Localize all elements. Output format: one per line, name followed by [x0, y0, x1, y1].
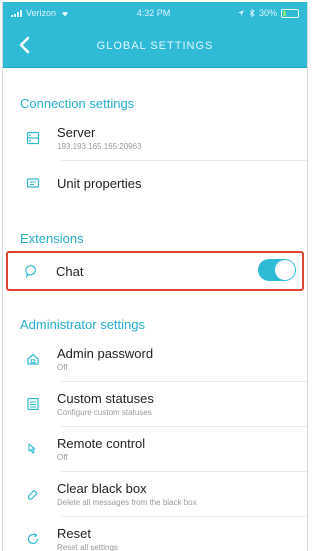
- section-header-connection: Connection settings: [20, 96, 135, 111]
- clear-black-box-title: Clear black box: [57, 481, 147, 496]
- admin-password-title: Admin password: [57, 346, 154, 361]
- lock-icon: [25, 351, 41, 367]
- chat-row[interactable]: Chat: [6, 251, 304, 291]
- section-header-administrator: Administrator settings: [20, 317, 145, 332]
- server-address: 193.193.165.165:20963: [57, 142, 142, 151]
- location-icon: [237, 10, 244, 16]
- server-title: Server: [57, 125, 96, 140]
- section-header-extensions: Extensions: [20, 231, 84, 246]
- unit-properties-title: Unit properties: [57, 175, 142, 191]
- reset-icon: [25, 531, 41, 547]
- carrier-label: Verizon: [26, 8, 57, 18]
- phone-screen: Verizon 4:32 PM 30% GLOBAL SETTINGS Conn…: [2, 2, 308, 551]
- unit-properties-icon: [25, 175, 41, 191]
- settings-list: Connection settings Server 193.193.165.1…: [3, 68, 307, 551]
- reset-subtitle: Reset all settings: [57, 543, 118, 551]
- list-icon: [25, 396, 41, 412]
- status-right: 30%: [237, 8, 299, 18]
- toggle-knob: [275, 260, 295, 280]
- reset-title: Reset: [57, 526, 91, 541]
- chat-toggle[interactable]: [258, 259, 296, 281]
- remote-control-value: Off: [57, 453, 68, 462]
- navigation-bar: GLOBAL SETTINGS: [3, 24, 307, 68]
- signal-icon: [11, 9, 22, 17]
- custom-statuses-title: Custom statuses: [57, 391, 154, 406]
- admin-password-value: Off: [57, 363, 68, 372]
- remote-control-row[interactable]: Remote control Off: [3, 427, 307, 471]
- remote-control-icon: [25, 441, 41, 457]
- wifi-icon: [62, 11, 69, 16]
- clear-black-box-row[interactable]: Clear black box Delete all messages from…: [3, 472, 307, 516]
- unit-properties-row[interactable]: Unit properties: [3, 161, 307, 205]
- status-bar: Verizon 4:32 PM 30%: [3, 2, 307, 24]
- chat-title: Chat: [56, 263, 84, 279]
- bluetooth-icon: [249, 9, 255, 17]
- server-row[interactable]: Server 193.193.165.165:20963: [3, 116, 307, 160]
- status-time: 4:32 PM: [136, 8, 171, 18]
- server-icon: [25, 130, 41, 146]
- battery-percent: 30%: [258, 8, 277, 18]
- eraser-icon: [25, 486, 41, 502]
- status-left: Verizon: [11, 8, 70, 18]
- chat-icon: [24, 263, 40, 279]
- clear-black-box-subtitle: Delete all messages from the black box: [57, 498, 197, 507]
- custom-statuses-row[interactable]: Custom statuses Configure custom statuse…: [3, 382, 307, 426]
- back-button[interactable]: [15, 33, 37, 57]
- page-title: GLOBAL SETTINGS: [96, 39, 214, 52]
- remote-control-title: Remote control: [57, 436, 146, 451]
- admin-password-row[interactable]: Admin password Off: [3, 337, 307, 381]
- battery-icon: [280, 8, 299, 18]
- custom-statuses-subtitle: Configure custom statuses: [57, 408, 152, 417]
- chevron-left-icon: [19, 36, 30, 54]
- reset-row[interactable]: Reset Reset all settings: [3, 517, 307, 551]
